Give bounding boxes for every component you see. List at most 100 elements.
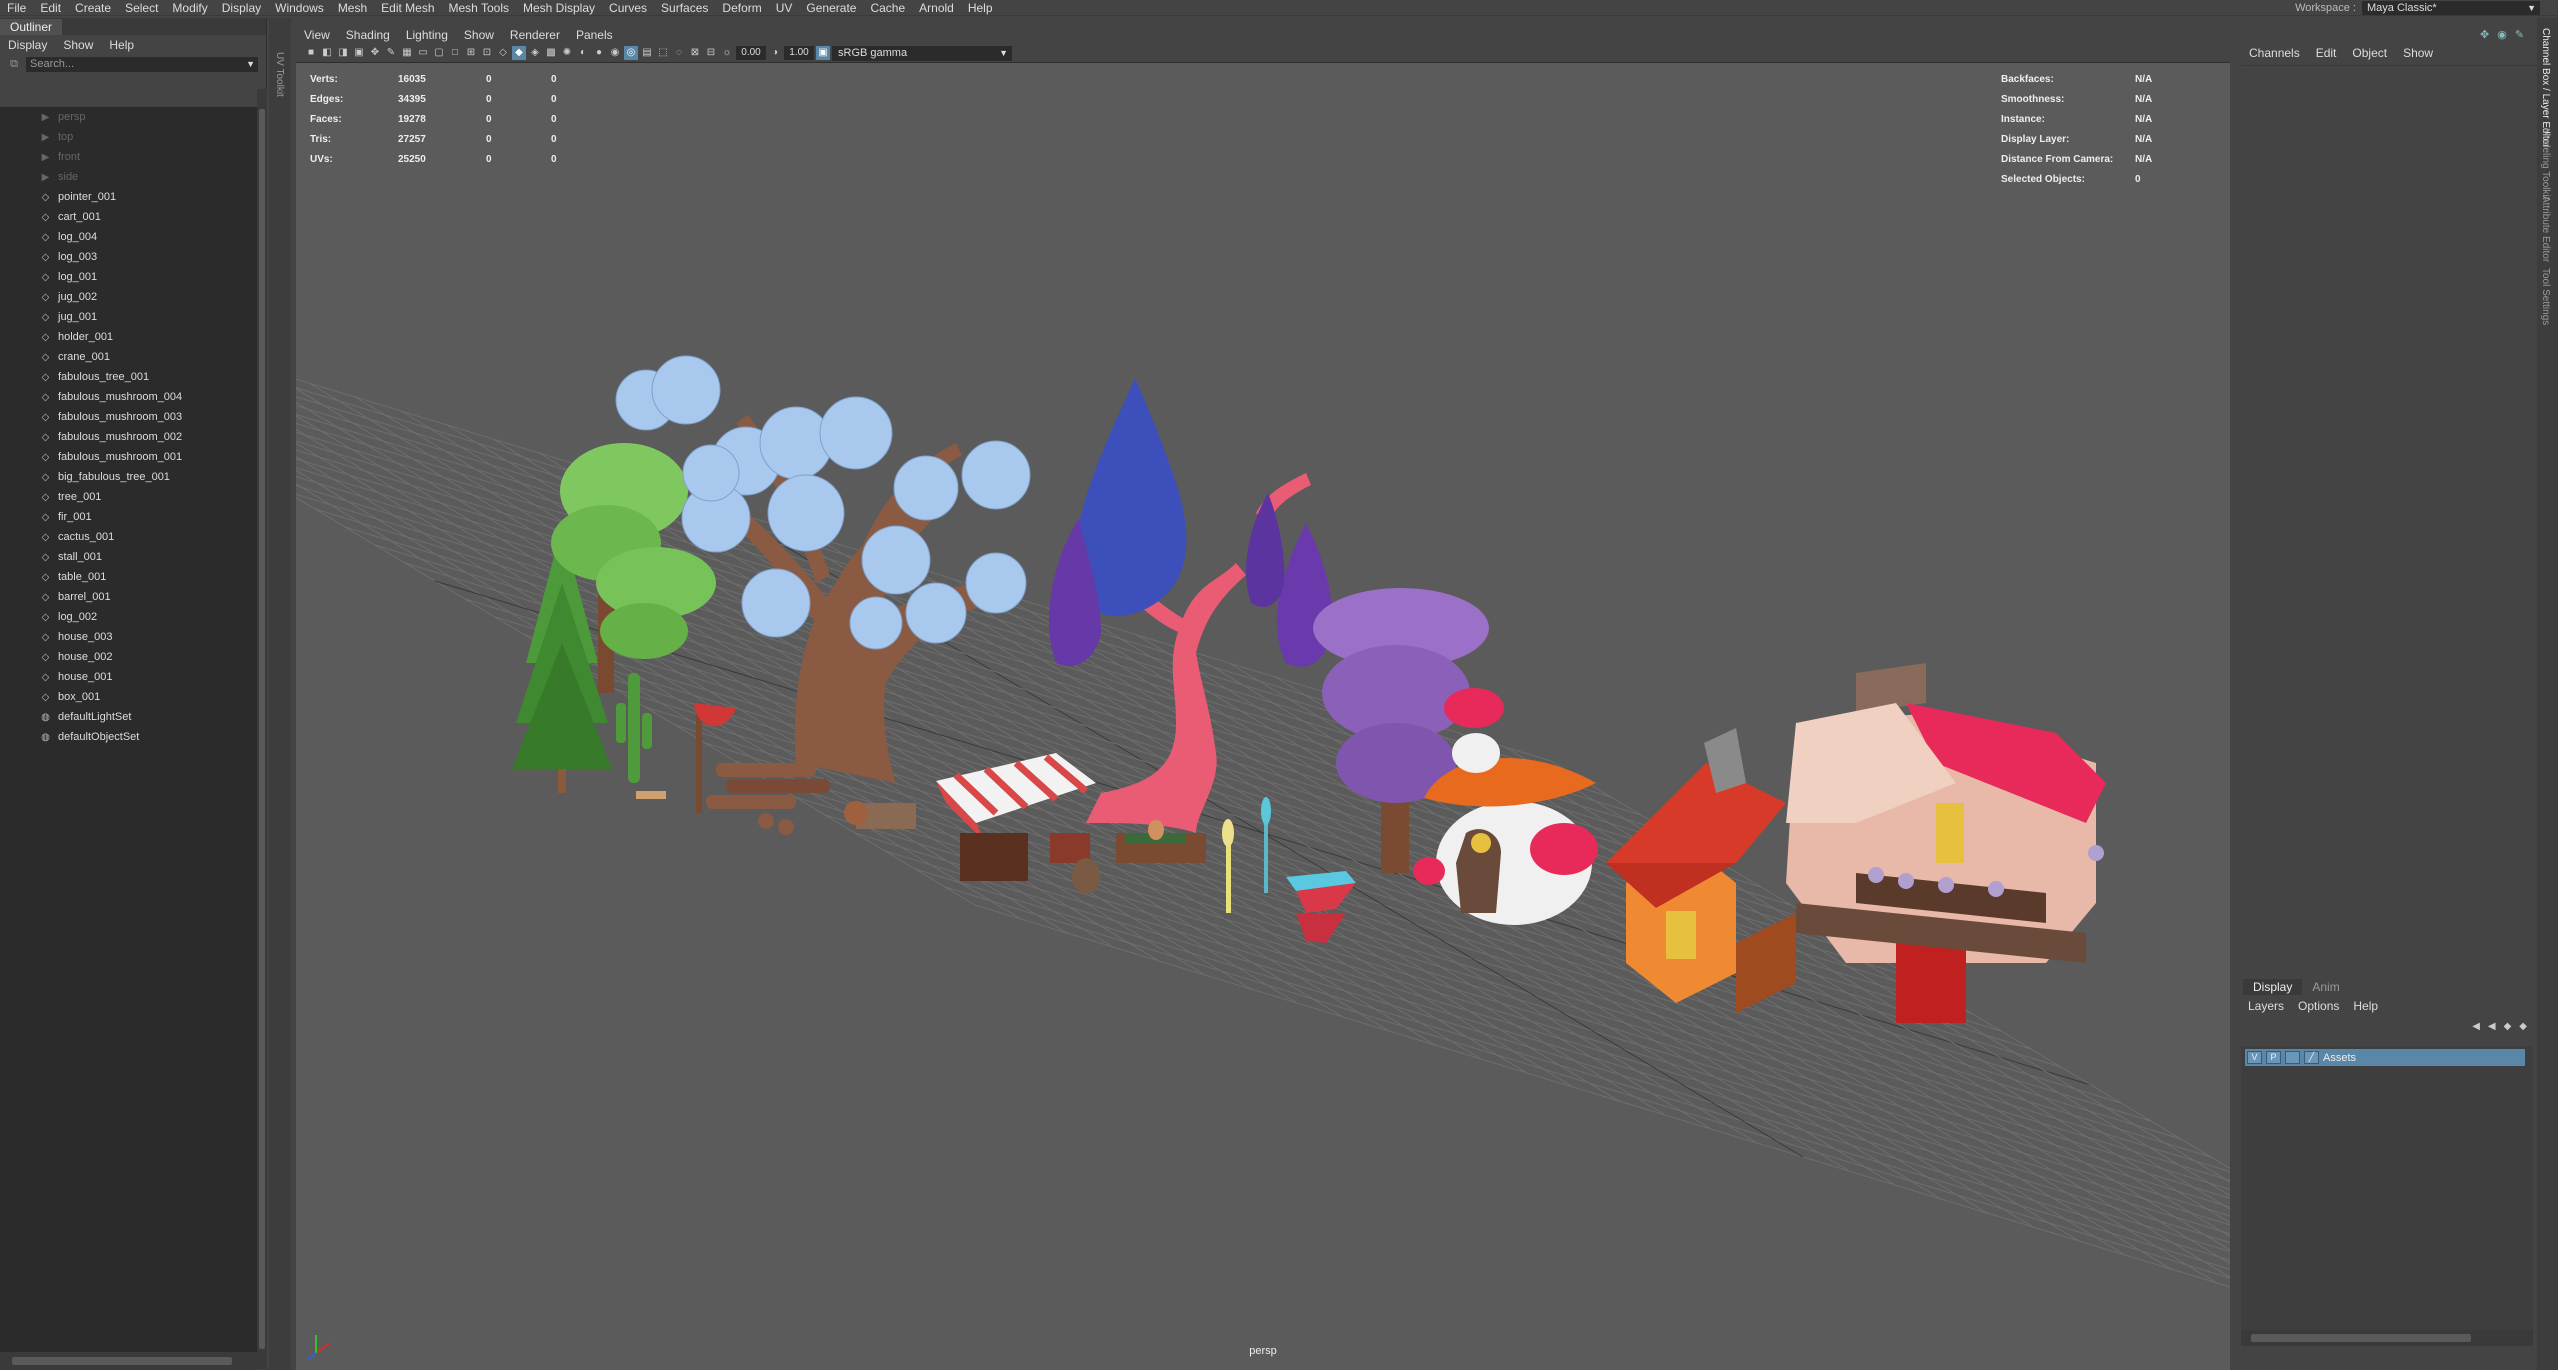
move-layer-down-icon[interactable]: ◀ [2488, 1021, 2496, 1032]
outliner-item[interactable]: ◇ cart_001 [0, 207, 257, 227]
exposure-field[interactable]: 0.00 [736, 46, 766, 60]
outliner-item[interactable]: ▶ front [0, 147, 257, 167]
two-d-pan-icon[interactable]: ✥ [368, 46, 382, 60]
menu-windows[interactable]: Windows [268, 0, 331, 16]
menu-help[interactable]: Help [961, 0, 1000, 16]
outliner-item[interactable]: ◇ fabulous_mushroom_001 [0, 447, 257, 467]
outliner-item[interactable]: ◇ crane_001 [0, 347, 257, 367]
outliner-item[interactable]: ◇ jug_001 [0, 307, 257, 327]
menu-display[interactable]: Display [215, 0, 268, 16]
motion-blur-icon[interactable]: ◉ [608, 46, 622, 60]
outliner-menu-help[interactable]: Help [101, 38, 142, 52]
scrollbar-thumb[interactable] [2251, 1334, 2471, 1342]
outliner-item[interactable]: ◍ defaultLightSet [0, 707, 257, 727]
menu-file[interactable]: File [0, 0, 33, 16]
outliner-item[interactable]: ▶ side [0, 167, 257, 187]
channel-box-menu-object[interactable]: Object [2344, 46, 2395, 60]
outliner-item[interactable]: ◍ defaultObjectSet [0, 727, 257, 747]
filter-icon[interactable]: ⧉ [6, 57, 22, 71]
xray-icon[interactable]: ◌ [672, 46, 686, 60]
scrollbar-thumb[interactable] [12, 1357, 232, 1365]
image-plane-icon[interactable]: ▣ [352, 46, 366, 60]
field-chart-icon[interactable]: ⊞ [464, 46, 478, 60]
outliner-vertical-scrollbar[interactable] [257, 89, 267, 1369]
safe-action-icon[interactable]: ⊡ [480, 46, 494, 60]
layer-menu-help[interactable]: Help [2346, 999, 2385, 1013]
outliner-item[interactable]: ◇ jug_002 [0, 287, 257, 307]
film-gate-icon[interactable]: ▭ [416, 46, 430, 60]
outliner-item[interactable]: ▶ top [0, 127, 257, 147]
channel-box-menu-show[interactable]: Show [2395, 46, 2441, 60]
shadows-icon[interactable]: ◐ [576, 46, 590, 60]
workspace-dropdown[interactable]: Maya Classic* ▼ [2362, 1, 2540, 15]
layer-horizontal-scrollbar[interactable] [2241, 1330, 2533, 1346]
grease-pencil-icon[interactable]: ✎ [384, 46, 398, 60]
xray-joints-icon[interactable]: ⊠ [688, 46, 702, 60]
menu-select[interactable]: Select [118, 0, 165, 16]
exposure-icon[interactable]: ☼ [720, 46, 734, 60]
backface-icon[interactable]: ⊟ [704, 46, 718, 60]
viewport-menu-shading[interactable]: Shading [338, 28, 398, 42]
gamma-field[interactable]: 1.00 [784, 46, 814, 60]
ambient-occlusion-icon[interactable]: ● [592, 46, 606, 60]
textured-icon[interactable]: ▩ [544, 46, 558, 60]
outliner-item[interactable]: ◇ tree_001 [0, 487, 257, 507]
outliner-tab[interactable]: Outliner [0, 19, 63, 35]
layer-visibility-toggle[interactable]: V [2247, 1051, 2262, 1064]
layer-menu-options[interactable]: Options [2291, 999, 2346, 1013]
outliner-item[interactable]: ◇ house_003 [0, 627, 257, 647]
side-tab-tool-settings[interactable]: Tool Settings [2540, 268, 2551, 325]
menu-modify[interactable]: Modify [165, 0, 214, 16]
color-space-dropdown[interactable]: sRGB gamma ▼ [832, 45, 1012, 61]
outliner-menu-display[interactable]: Display [0, 38, 55, 52]
channel-box-menu-edit[interactable]: Edit [2308, 46, 2345, 60]
layer-color-swatch[interactable]: ╱ [2304, 1051, 2319, 1064]
color-management-icon[interactable]: ▣ [816, 46, 830, 60]
layer-menu-layers[interactable]: Layers [2241, 999, 2291, 1013]
viewport-menu-lighting[interactable]: Lighting [398, 28, 456, 42]
channel-box-menu-channels[interactable]: Channels [2241, 46, 2308, 60]
outliner-item[interactable]: ◇ pointer_001 [0, 187, 257, 207]
outliner-item[interactable]: ◇ house_002 [0, 647, 257, 667]
viewport-menu-panels[interactable]: Panels [568, 28, 621, 42]
depth-of-field-icon[interactable]: ▤ [640, 46, 654, 60]
viewport-menu-show[interactable]: Show [456, 28, 502, 42]
gate-mask-icon[interactable]: □ [448, 46, 462, 60]
outliner-item[interactable]: ▶ persp [0, 107, 257, 127]
outliner-item[interactable]: ◇ fabulous_mushroom_004 [0, 387, 257, 407]
perspective-viewport[interactable]: View Shading Lighting Show Renderer Panels ■ … [296, 25, 2230, 1370]
grid-icon[interactable]: ▦ [400, 46, 414, 60]
new-layer-icon[interactable]: ◆ [2504, 1021, 2512, 1032]
wireframe-icon[interactable]: ◇ [496, 46, 510, 60]
side-tab-modeling-toolkit[interactable]: Modeling Toolkit [2540, 128, 2551, 200]
layer-display-type-toggle[interactable] [2285, 1051, 2300, 1064]
gamma-icon[interactable]: ◑ [768, 46, 782, 60]
layout-icon[interactable]: ◉ [2497, 28, 2507, 41]
outliner-item[interactable]: ◇ cactus_001 [0, 527, 257, 547]
tab-display[interactable]: Display [2243, 979, 2303, 995]
outliner-item[interactable]: ◇ table_001 [0, 567, 257, 587]
outliner-item[interactable]: ◇ box_001 [0, 687, 257, 707]
outliner-item[interactable]: ◇ fabulous_tree_001 [0, 367, 257, 387]
menu-mesh-tools[interactable]: Mesh Tools [442, 0, 516, 16]
menu-mesh[interactable]: Mesh [331, 0, 374, 16]
tab-anim[interactable]: Anim [2302, 979, 2349, 995]
menu-mesh-display[interactable]: Mesh Display [516, 0, 602, 16]
outliner-item[interactable]: ◇ stall_001 [0, 547, 257, 567]
outliner-horizontal-scrollbar[interactable] [0, 1352, 257, 1370]
new-layer-selected-icon[interactable]: ◆ [2519, 1021, 2527, 1032]
chevron-down-icon[interactable]: ▼ [246, 57, 255, 72]
isolate-select-icon[interactable]: ⬚ [656, 46, 670, 60]
move-layer-up-icon[interactable]: ◀ [2472, 1021, 2480, 1032]
outliner-item[interactable]: ◇ barrel_001 [0, 587, 257, 607]
resolution-gate-icon[interactable]: ▢ [432, 46, 446, 60]
scrollbar-thumb[interactable] [259, 109, 265, 1349]
menu-curves[interactable]: Curves [602, 0, 654, 16]
viewport-menu-view[interactable]: View [296, 28, 338, 42]
anti-aliasing-icon[interactable]: ◎ [624, 46, 638, 60]
outliner-item[interactable]: ◇ fir_001 [0, 507, 257, 527]
menu-cache[interactable]: Cache [863, 0, 912, 16]
outliner-item[interactable]: ◇ fabulous_mushroom_002 [0, 427, 257, 447]
use-all-lights-icon[interactable]: ✺ [560, 46, 574, 60]
layer-row-assets[interactable]: V P ╱ Assets [2245, 1049, 2525, 1066]
